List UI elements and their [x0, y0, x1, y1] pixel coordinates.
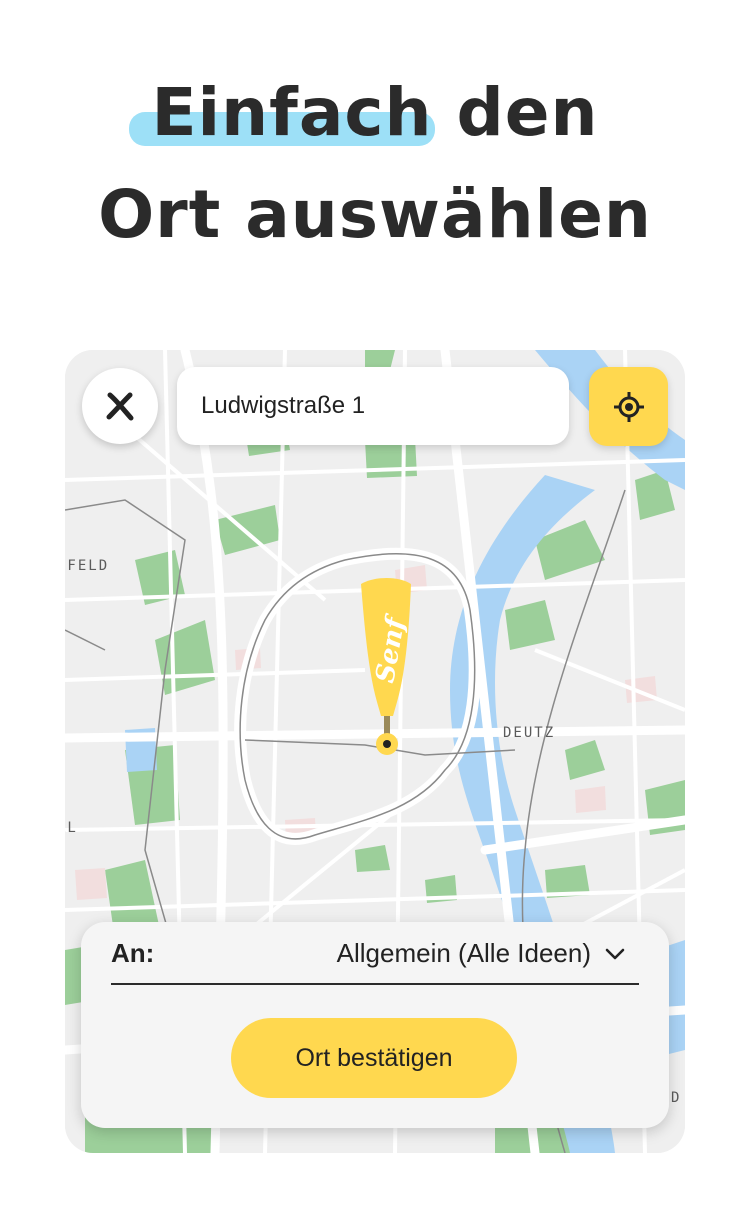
confirm-location-button[interactable]: Ort bestätigen: [231, 1018, 517, 1098]
headline: Einfach den Ort auswählen: [0, 62, 750, 266]
chevron-down-icon: [605, 948, 625, 959]
headline-line-1: Einfach den: [0, 62, 750, 164]
audience-dropdown[interactable]: Allgemein (Alle Ideen): [337, 938, 625, 969]
locate-me-button[interactable]: [589, 367, 668, 446]
district-label-edge-right: D: [671, 1090, 682, 1106]
headline-line-2: Ort auswählen: [98, 176, 652, 253]
divider: [111, 983, 639, 985]
location-pin[interactable]: Senf: [355, 574, 419, 764]
district-label-left: NFELD: [65, 558, 110, 574]
close-button[interactable]: [82, 368, 158, 444]
audience-value: Allgemein (Alle Ideen): [336, 938, 591, 968]
headline-rest: den: [456, 74, 599, 151]
address-input[interactable]: Ludwigstraße 1: [177, 367, 569, 445]
close-x-icon: [106, 392, 134, 421]
highlighted-word: Einfach: [129, 62, 435, 164]
crosshair-location-icon: [613, 391, 644, 422]
address-value: Ludwigstraße 1: [201, 392, 366, 419]
district-label-edge-left: AL: [65, 820, 78, 836]
recipient-label: An:: [111, 938, 155, 968]
district-label-deutz: DEUTZ: [503, 725, 556, 741]
map-screen: NFELD DEUTZ AL D Senf Ludwigstraße 1 An:: [65, 350, 685, 1153]
bottom-sheet: An: Allgemein (Alle Ideen) Ort bestätige…: [81, 922, 669, 1128]
